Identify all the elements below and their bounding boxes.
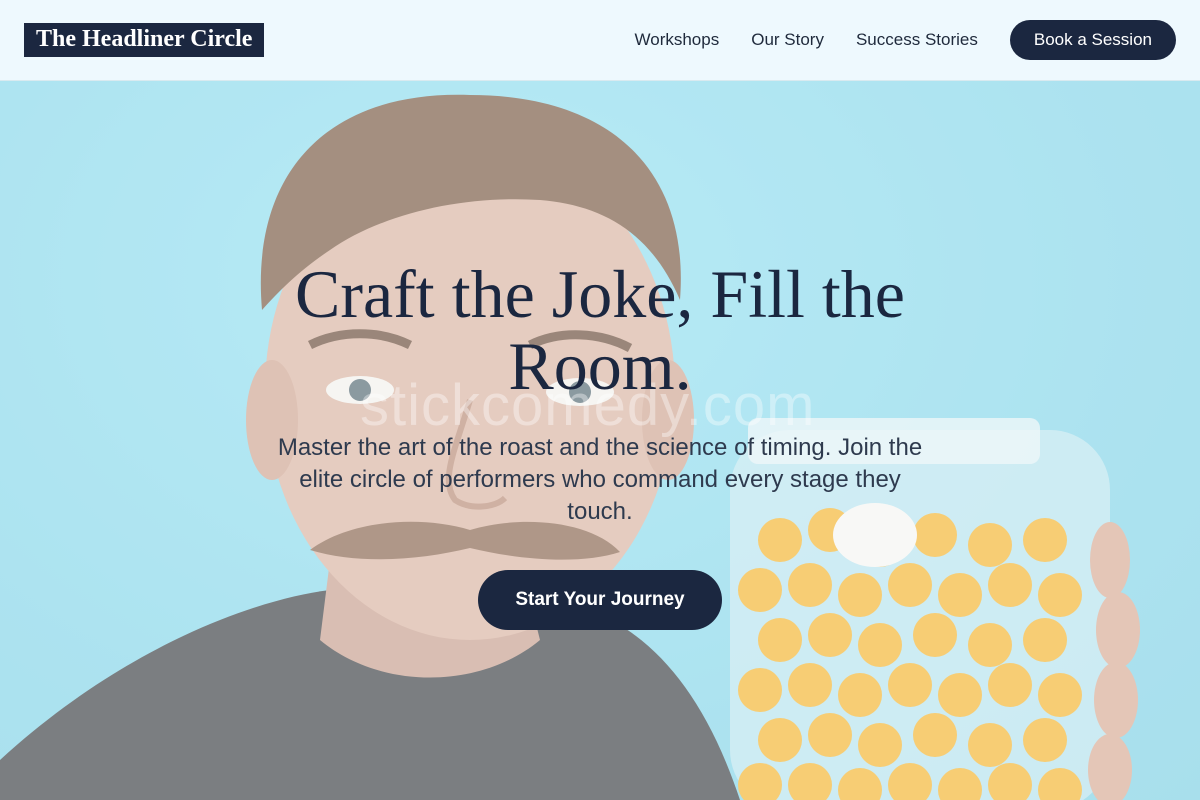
book-session-button[interactable]: Book a Session [1009, 20, 1176, 60]
nav-link-success-stories[interactable]: Success Stories [856, 30, 978, 50]
hero-section: Craft the Joke, Fill the Room. Master th… [240, 258, 960, 630]
brand-logo[interactable]: The Headliner Circle [24, 23, 265, 57]
main-nav: Workshops Our Story Success Stories Book… [635, 20, 1176, 60]
hero-title: Craft the Joke, Fill the Room. [294, 256, 905, 404]
start-journey-button[interactable]: Start Your Journey [478, 570, 722, 630]
nav-link-our-story[interactable]: Our Story [751, 30, 824, 50]
site-header: The Headliner Circle Workshops Our Story… [0, 0, 1200, 81]
hero-subtitle: Master the art of the roast and the scie… [277, 434, 923, 525]
nav-link-workshops[interactable]: Workshops [635, 30, 720, 50]
